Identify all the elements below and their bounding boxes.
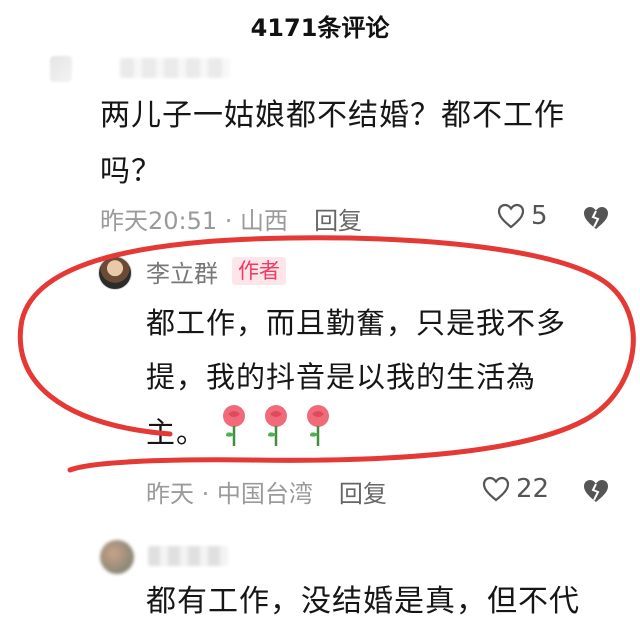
commenter-name-blurred[interactable] [120, 58, 230, 78]
commenter-name-blurred[interactable] [148, 546, 228, 566]
reply-button[interactable]: 回复 [314, 201, 362, 236]
comment-text: 两儿子一姑娘都不结婚？都不工作 吗？ [100, 88, 590, 200]
comments-count-title: 4171条评论 [250, 14, 390, 42]
like-button[interactable]: 5 [497, 201, 548, 231]
like-count: 5 [531, 201, 548, 231]
author-badge: 作者 [232, 257, 286, 285]
dislike-broken-heart-icon[interactable] [582, 478, 610, 504]
heart-outline-icon [497, 203, 525, 229]
author-name[interactable]: 李立群 [146, 254, 218, 289]
reply-text-line: 提，我的抖音是以我的生活為 [146, 360, 537, 394]
reply-text-line-3: 主。 [146, 404, 596, 465]
commenter-avatar-blurred[interactable] [50, 56, 72, 82]
rose-emoji-icon [262, 404, 290, 465]
comment-text-line: 都有工作，没结婚是真，但不代 [146, 584, 580, 619]
rose-emoji-icon [304, 404, 332, 465]
comment-time-location: 昨天20:51 · 山西 [100, 206, 289, 235]
dislike-broken-heart-icon[interactable] [582, 205, 610, 231]
reply-button[interactable]: 回复 [339, 474, 387, 509]
reply-time-location: 昨天 · 中国台湾 [146, 479, 313, 508]
like-count: 22 [516, 474, 550, 504]
reply-text-line: 主。 [146, 415, 207, 450]
heart-outline-icon [482, 476, 510, 502]
reply-text: 都工作，而且勤奮，只是我不多 提，我的抖音是以我的生活為 主。 [146, 296, 596, 465]
commenter-avatar-blurred[interactable] [100, 540, 134, 574]
rose-emoji-icon [220, 404, 248, 465]
like-button[interactable]: 22 [482, 474, 549, 504]
comment-text-line: 吗？ [100, 154, 162, 189]
author-avatar[interactable] [98, 256, 132, 290]
comment-text-line: 两儿子一姑娘都不结婚？都不工作 [100, 98, 565, 133]
comment-text: 都有工作，没结婚是真，但不代 [146, 574, 626, 630]
reply-text-line: 都工作，而且勤奮，只是我不多 [146, 306, 567, 340]
